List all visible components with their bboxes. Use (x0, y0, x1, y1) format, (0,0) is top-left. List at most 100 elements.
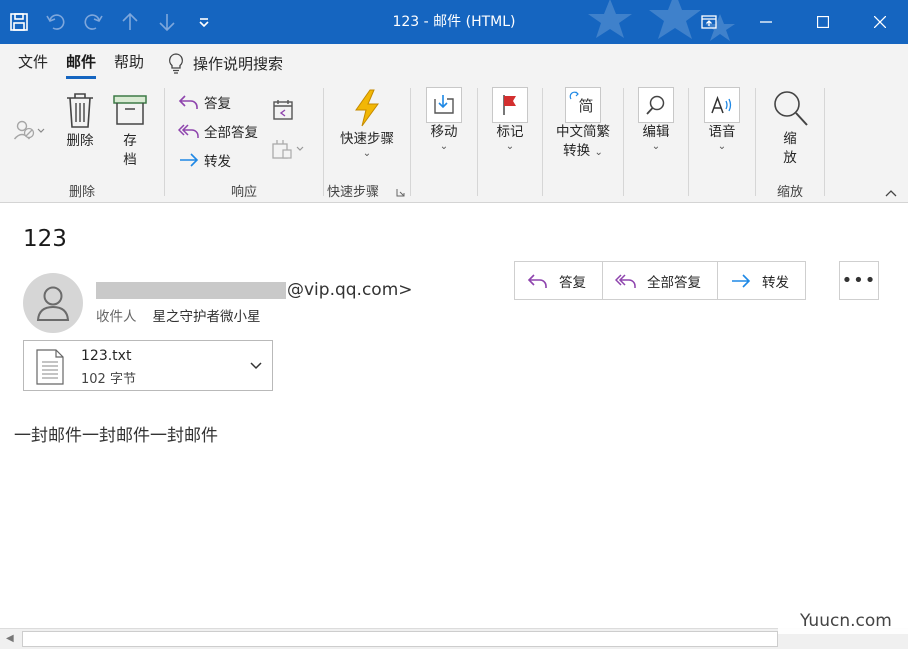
attachment-size: 102 字节 (81, 372, 136, 387)
chevron-down-icon[interactable] (249, 358, 263, 372)
save-icon (9, 13, 28, 31)
dialog-launcher-icon[interactable] (396, 188, 405, 197)
lightbulb-icon (169, 53, 184, 74)
watermark: Yuucn.com (778, 608, 908, 634)
tab-help[interactable]: 帮助 (105, 44, 153, 82)
scroll-left-icon[interactable]: ◀ (6, 633, 14, 644)
move-button[interactable]: 移动 ⌄ (424, 87, 464, 152)
tab-mail[interactable]: 邮件 (57, 44, 105, 82)
zoom-group: 缩 放 缩放 (756, 82, 824, 203)
reading-pane: 123 @vip.qq.com> 收件人 星之守护者微小星 答复 全部答复 转发… (0, 204, 908, 628)
tell-me-label: 操作说明搜索 (193, 54, 284, 73)
reply-button[interactable]: 答复 (178, 91, 231, 113)
customize-qat-button[interactable] (185, 0, 222, 44)
read-aloud-icon (711, 95, 732, 114)
quick-steps-group: 快速步骤 ⌄ 快速步骤 (324, 82, 410, 203)
ribbon-separator (824, 88, 825, 196)
forward-label: 转发 (204, 154, 231, 170)
move-icon (434, 95, 454, 114)
ignore-icon (13, 120, 45, 140)
save-button[interactable] (0, 0, 37, 44)
message-reply-button[interactable]: 答复 (515, 262, 603, 299)
editing-group: 编辑 ⌄ (624, 82, 688, 203)
trash-icon (67, 93, 93, 128)
quick-steps-button[interactable]: 快速步骤 ⌄ (324, 88, 410, 159)
more-respond-button[interactable] (271, 138, 311, 160)
chinese-conversion-button[interactable]: 简 中文简繁 转换 ⌄ (543, 87, 623, 162)
minimize-icon (759, 21, 772, 23)
attachment-card[interactable]: 123.txt 102 字节 (23, 340, 273, 391)
text-file-icon (36, 349, 64, 385)
archive-button[interactable]: 存 档 (110, 90, 150, 170)
to-recipient[interactable]: 星之守护者微小星 (153, 305, 261, 325)
chevron-down-icon: ⌄ (651, 141, 661, 152)
reply-all-label: 全部答复 (204, 125, 258, 141)
more-actions-button[interactable]: ••• (839, 261, 879, 300)
message-reply-all-button[interactable]: 全部答复 (603, 262, 718, 299)
zoom-group-label: 缩放 (776, 185, 803, 200)
tab-file[interactable]: 文件 (9, 44, 57, 82)
tags-button[interactable]: 标记 ⌄ (490, 87, 530, 152)
search-icon (646, 95, 665, 115)
message-body: 一封邮件一封邮件一封邮件 (14, 426, 218, 446)
flag-icon (503, 95, 516, 115)
next-item-button[interactable] (148, 0, 185, 44)
reply-all-icon (178, 124, 199, 138)
forward-button[interactable]: 转发 (178, 149, 231, 171)
archive-label-1: 存 (123, 133, 137, 149)
chevron-down-icon: ⌄ (439, 141, 449, 152)
horizontal-scrollbar[interactable]: ◀ (0, 628, 908, 649)
redo-button[interactable] (74, 0, 111, 44)
respond-group: 答复 全部答复 转发 响应 (165, 82, 323, 203)
chinese-convert-label-2: 转换 ⌄ (563, 143, 603, 159)
editing-label: 编辑 (642, 124, 670, 140)
message-forward-label: 转发 (762, 274, 789, 291)
avatar (23, 273, 83, 333)
reply-all-icon (615, 273, 636, 288)
ribbon-display-button[interactable] (680, 0, 737, 44)
previous-item-button[interactable] (111, 0, 148, 44)
message-forward-button[interactable]: 转发 (718, 262, 805, 299)
message-reply-all-label: 全部答复 (647, 274, 701, 291)
forward-icon (180, 153, 199, 167)
collapse-ribbon-icon[interactable] (884, 188, 898, 198)
speech-button[interactable]: 语音 ⌄ (702, 87, 742, 152)
editing-button[interactable]: 编辑 ⌄ (636, 87, 676, 152)
delete-button[interactable]: 删除 (60, 90, 100, 151)
reply-label: 答复 (204, 96, 231, 112)
zoom-button[interactable]: 缩 放 (768, 88, 812, 168)
reply-all-button[interactable]: 全部答复 (178, 120, 258, 142)
chinese-convert-label-1: 中文简繁 (556, 124, 610, 140)
maximize-button[interactable] (794, 0, 851, 44)
tags-label: 标记 (496, 124, 524, 140)
zoom-icon (774, 91, 808, 126)
recipients-row: 收件人 星之守护者微小星 (96, 305, 261, 325)
meeting-reply-button[interactable] (271, 99, 299, 121)
minimize-button[interactable] (737, 0, 794, 44)
delete-group: 删除 存 档 删除 (0, 82, 164, 203)
delete-label: 删除 (66, 133, 94, 149)
ribbon: 删除 存 档 删除 答复 全部答复 转发 响应 快速步骤 ⌄ 快速步骤 移动 ⌄… (0, 82, 908, 203)
chevron-down-icon: ⌄ (362, 148, 372, 159)
ignore-button[interactable] (13, 119, 53, 141)
more-respond-icon (272, 140, 304, 159)
chinese-conversion-group: 简 中文简繁 转换 ⌄ (543, 82, 623, 203)
to-label: 收件人 (96, 309, 137, 325)
ribbon-display-icon (700, 15, 717, 29)
arrow-up-icon (121, 12, 138, 30)
message-reply-label: 答复 (559, 274, 586, 291)
reply-icon (527, 273, 547, 288)
close-button[interactable] (851, 0, 908, 44)
zoom-label-2: 放 (783, 150, 797, 166)
redo-icon (84, 14, 103, 30)
speech-label: 语音 (708, 124, 736, 140)
sender[interactable]: @vip.qq.com> (96, 280, 413, 300)
attachment-name: 123.txt (81, 348, 132, 364)
speech-group: 语音 ⌄ (689, 82, 755, 203)
tell-me-search[interactable]: 操作说明搜索 (167, 44, 283, 82)
undo-button[interactable] (37, 0, 74, 44)
chevron-down-icon: ⌄ (717, 141, 727, 152)
scrollbar-thumb[interactable] (22, 631, 778, 647)
archive-label-2: 档 (123, 152, 137, 168)
title-bar: 123 - 邮件 (HTML) (0, 0, 908, 44)
